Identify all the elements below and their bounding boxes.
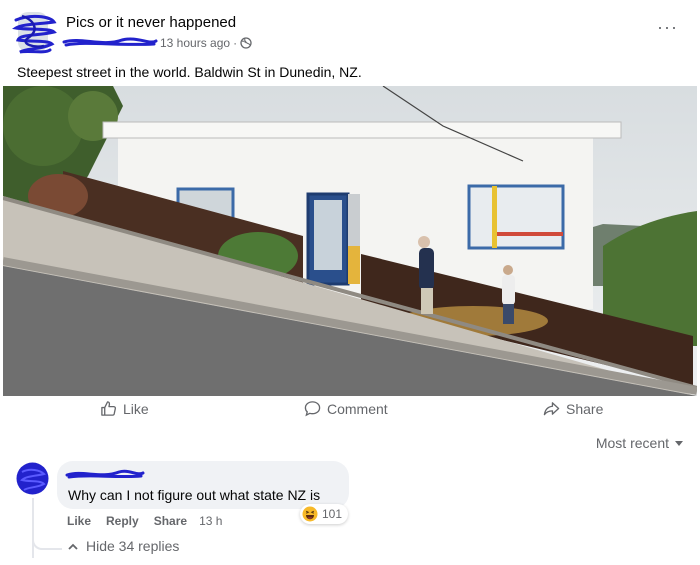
comment-time[interactable]: 13 h	[199, 514, 222, 528]
chevron-down-icon	[675, 440, 683, 446]
comments-sort-dropdown[interactable]: Most recent	[596, 435, 683, 451]
reaction-count: 101	[322, 507, 343, 521]
author-name-scribbled	[62, 37, 158, 47]
more-options-button[interactable]: ···	[657, 18, 678, 36]
post-header: Pics or it never happened 13 hours ago ·…	[0, 0, 700, 60]
share-label: Share	[566, 400, 604, 417]
thread-branch	[32, 538, 62, 550]
comment-text: Why can I not figure out what state NZ i…	[68, 487, 321, 503]
thread-line	[32, 498, 34, 558]
comment-reply-button[interactable]: Reply	[106, 514, 139, 528]
comment-share-button[interactable]: Share	[154, 514, 187, 528]
comment-like-button[interactable]: Like	[67, 514, 91, 528]
commenter-avatar-scribbled[interactable]	[16, 462, 49, 495]
like-button[interactable]: Like	[100, 400, 149, 417]
thumbs-up-icon	[101, 401, 117, 416]
commenter-name-scribbled[interactable]	[65, 467, 145, 481]
post-photo[interactable]	[3, 86, 697, 396]
post-text: Steepest street in the world. Baldwin St…	[17, 64, 362, 80]
comment-reactions[interactable]: 101	[300, 504, 349, 524]
post-time-text: 13 hours ago	[160, 36, 231, 50]
haha-emoji-icon	[302, 506, 318, 522]
like-label: Like	[123, 400, 149, 417]
share-button[interactable]: Share	[543, 400, 603, 417]
post-time[interactable]: 13 hours ago ·	[160, 36, 252, 50]
chevron-up-icon	[68, 543, 78, 550]
group-avatar-scribbled[interactable]	[10, 10, 58, 56]
comment-label: Comment	[327, 400, 388, 417]
comment-button[interactable]: Comment	[304, 400, 388, 417]
hide-replies-toggle[interactable]: Hide 34 replies	[68, 538, 179, 554]
comment-bubble: Why can I not figure out what state NZ i…	[57, 461, 349, 509]
share-arrow-icon	[543, 402, 560, 416]
comment-actions: Like Reply Share 13 h	[67, 514, 222, 528]
globe-icon	[240, 37, 252, 49]
post-action-bar: Like Comment Share	[0, 396, 700, 424]
group-name[interactable]: Pics or it never happened	[66, 14, 236, 31]
hide-replies-label: Hide 34 replies	[86, 538, 180, 554]
sort-label: Most recent	[595, 435, 669, 451]
comment-bubble-icon	[304, 401, 321, 417]
